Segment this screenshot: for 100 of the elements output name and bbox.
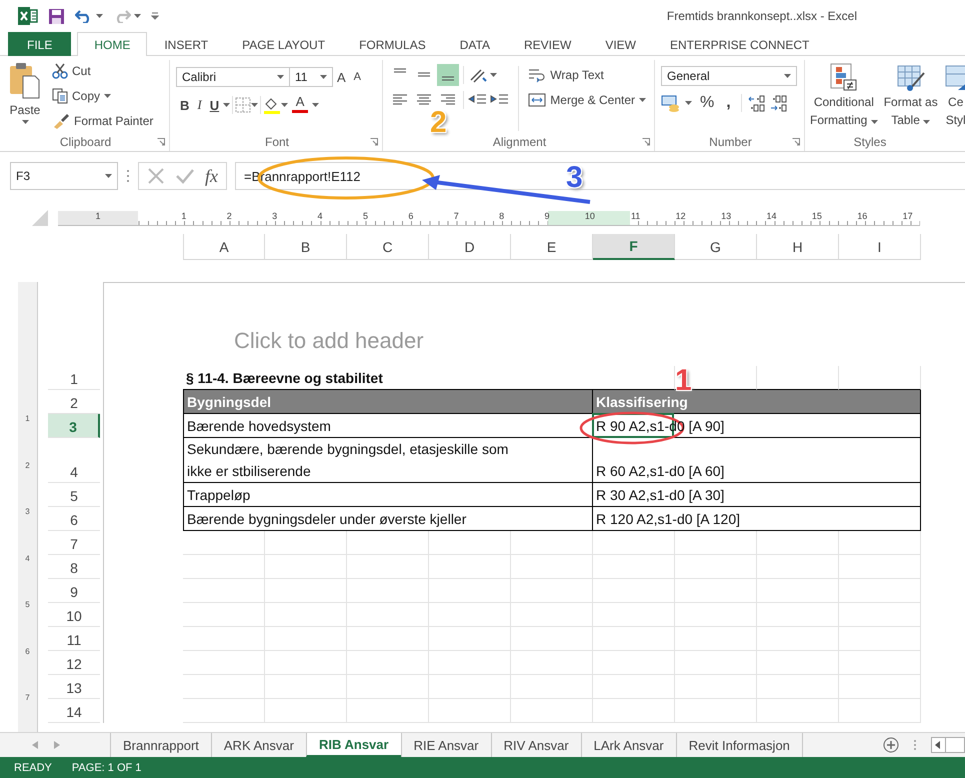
grid-cell[interactable] xyxy=(265,699,347,723)
save-icon[interactable] xyxy=(48,8,65,24)
grid-cell[interactable] xyxy=(839,555,921,579)
grid-cell[interactable] xyxy=(675,531,757,555)
grid-cell[interactable] xyxy=(429,675,511,699)
grid-cell[interactable] xyxy=(839,603,921,627)
grid-cell[interactable] xyxy=(593,531,675,555)
dialog-launcher-icon[interactable] xyxy=(642,138,650,146)
grid-cell[interactable] xyxy=(347,531,429,555)
grid-cell[interactable] xyxy=(593,555,675,579)
grid-cell[interactable] xyxy=(839,675,921,699)
dialog-launcher-icon[interactable] xyxy=(370,138,378,146)
grid-cell[interactable] xyxy=(511,579,593,603)
grid-cell[interactable] xyxy=(757,531,839,555)
ribbon-tab[interactable]: FILE xyxy=(8,32,72,56)
column-header[interactable]: A xyxy=(183,234,265,260)
grid-cell[interactable] xyxy=(593,699,675,723)
ribbon-tab[interactable]: PAGE LAYOUT xyxy=(225,32,342,56)
conditional-formatting-button[interactable]: Conditional Formatting xyxy=(807,60,881,133)
grid-cell[interactable] xyxy=(757,627,839,651)
grid-cell[interactable] xyxy=(593,675,675,699)
column-header[interactable]: I xyxy=(839,234,921,260)
grid-cell[interactable] xyxy=(839,627,921,651)
checkmark-icon[interactable] xyxy=(175,167,195,185)
grid-cell[interactable] xyxy=(757,555,839,579)
ribbon-tab[interactable]: FORMULAS xyxy=(342,32,443,56)
italic-button[interactable]: I xyxy=(193,94,206,116)
column-header[interactable]: F xyxy=(593,234,675,260)
row-header[interactable]: 3 xyxy=(48,414,100,438)
scroll-right-icon[interactable] xyxy=(54,741,60,749)
grid-cell[interactable] xyxy=(265,627,347,651)
copy-button[interactable]: Copy xyxy=(50,85,156,107)
grid-cell[interactable] xyxy=(429,579,511,603)
font-color-button[interactable]: A xyxy=(288,94,312,116)
grid-cell[interactable] xyxy=(675,555,757,579)
grid-cell[interactable] xyxy=(183,555,265,579)
column-header[interactable]: C xyxy=(347,234,429,260)
cell-styles-button[interactable]: Ce Styl xyxy=(940,60,965,133)
grid-cell[interactable] xyxy=(429,555,511,579)
sheet-tab[interactable]: RIB Ansvar xyxy=(306,733,401,757)
increase-font-size-button[interactable]: A xyxy=(333,66,350,88)
dialog-launcher-icon[interactable] xyxy=(792,138,800,146)
grid-cell[interactable] xyxy=(347,627,429,651)
grid-cell[interactable] xyxy=(265,651,347,675)
grid-cell[interactable] xyxy=(265,531,347,555)
grid-cell[interactable] xyxy=(429,699,511,723)
grid-cell[interactable] xyxy=(347,675,429,699)
grid-cell[interactable] xyxy=(511,627,593,651)
column-header[interactable]: H xyxy=(757,234,839,260)
currency-icon[interactable] xyxy=(661,94,681,112)
fill-color-icon[interactable] xyxy=(263,96,282,114)
customize-menu-icon[interactable] xyxy=(151,12,159,20)
grid-cell[interactable] xyxy=(183,699,265,723)
grid-cell[interactable] xyxy=(265,555,347,579)
decrease-font-size-button[interactable]: A xyxy=(350,66,366,88)
grid-cell[interactable] xyxy=(757,699,839,723)
insert-function-button[interactable]: fx xyxy=(205,166,218,186)
more-options-icon[interactable] xyxy=(126,169,130,183)
grid-cell[interactable] xyxy=(593,651,675,675)
grid-cell[interactable] xyxy=(511,531,593,555)
grid-cell[interactable] xyxy=(757,675,839,699)
grid-cell[interactable] xyxy=(839,651,921,675)
paste-button[interactable]: Paste xyxy=(6,60,44,133)
grid-cell[interactable] xyxy=(265,675,347,699)
grid-cell[interactable] xyxy=(429,627,511,651)
grid-cell[interactable] xyxy=(675,603,757,627)
grid-cell[interactable] xyxy=(265,603,347,627)
grid-cell[interactable] xyxy=(511,603,593,627)
grid-cell[interactable] xyxy=(839,531,921,555)
grid-cell[interactable] xyxy=(675,579,757,603)
decrease-decimal-icon[interactable] xyxy=(770,94,788,112)
ribbon-tab[interactable]: DATA xyxy=(442,32,507,56)
grid-cell[interactable] xyxy=(675,699,757,723)
grid-cell[interactable] xyxy=(183,531,265,555)
grid-cell[interactable] xyxy=(183,627,265,651)
wrap-text-button[interactable]: Wrap Text xyxy=(526,64,648,86)
comma-style-button[interactable]: , xyxy=(722,92,735,114)
grid-cell[interactable] xyxy=(183,603,265,627)
grid-cell[interactable] xyxy=(593,627,675,651)
column-header[interactable]: G xyxy=(675,234,757,260)
grid-cell[interactable] xyxy=(675,627,757,651)
grid-cell[interactable] xyxy=(839,699,921,723)
name-box[interactable]: F3 xyxy=(10,162,118,190)
ribbon-tab[interactable]: INSERT xyxy=(147,32,226,56)
ribbon-tab[interactable]: VIEW xyxy=(588,32,653,56)
cut-button[interactable]: Cut xyxy=(50,60,156,82)
dialog-launcher-icon[interactable] xyxy=(157,138,165,146)
grid-cell[interactable] xyxy=(757,579,839,603)
grid-cell[interactable] xyxy=(347,651,429,675)
grid-cell[interactable] xyxy=(347,579,429,603)
grid-cell[interactable] xyxy=(347,555,429,579)
percent-button[interactable]: % xyxy=(696,92,718,114)
add-sheet-icon[interactable] xyxy=(883,737,899,753)
grid-cell[interactable] xyxy=(347,699,429,723)
scroll-left-icon[interactable] xyxy=(32,741,38,749)
grid-cell[interactable] xyxy=(675,651,757,675)
column-header[interactable]: B xyxy=(265,234,347,260)
cancel-icon[interactable] xyxy=(147,167,165,185)
grid-cell[interactable] xyxy=(183,579,265,603)
font-size-dropdown[interactable]: 11 xyxy=(289,67,333,87)
